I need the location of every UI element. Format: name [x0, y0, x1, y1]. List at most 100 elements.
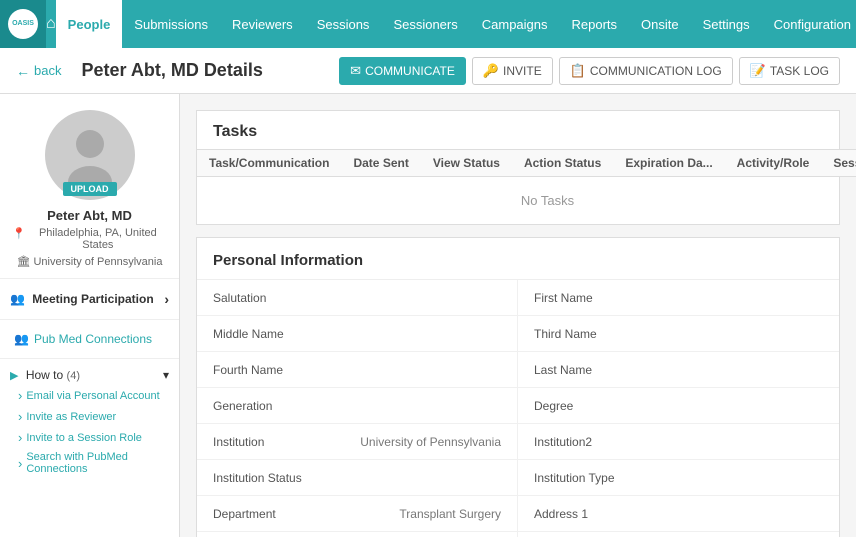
top-navigation: OASIS ⌂ People Submissions Reviewers Ses…: [0, 0, 856, 48]
tasks-header-row: Task/Communication Date Sent View Status…: [197, 150, 856, 177]
nav-reviewers[interactable]: Reviewers: [220, 0, 305, 48]
label-institution-status: Institution Status: [213, 471, 323, 485]
comm-log-icon: 📋: [570, 63, 586, 79]
field-institution-status: Institution Status: [197, 460, 518, 496]
content-area: Tasks Task/Communication Date Sent View …: [180, 94, 856, 537]
col-date-sent: Date Sent: [341, 150, 420, 177]
label-institution: Institution: [213, 435, 323, 449]
avatar-container: UPLOAD: [45, 110, 135, 200]
label-department: Department: [213, 507, 323, 521]
people-icon: [10, 292, 25, 306]
label-address1: Address 1: [534, 507, 644, 521]
label-generation: Generation: [213, 399, 323, 413]
nav-people[interactable]: People: [56, 0, 123, 48]
meeting-participation-toggle[interactable]: Meeting Participation: [10, 287, 169, 311]
sidebar: UPLOAD Peter Abt, MD Philadelphia, PA, U…: [0, 94, 180, 537]
value-institution: University of Pennsylvania: [323, 435, 501, 449]
label-salutation: Salutation: [213, 291, 323, 305]
video-icon: [10, 368, 18, 382]
col-activity-role: Activity/Role: [725, 150, 822, 177]
how-to-item-4[interactable]: Search with PubMed Connections: [10, 448, 169, 478]
email-icon: ✉: [350, 63, 361, 79]
field-first-name: First Name: [518, 280, 839, 316]
label-third-name: Third Name: [534, 327, 644, 341]
label-institution2: Institution2: [534, 435, 644, 449]
pub-med-link[interactable]: Pub Med Connections: [10, 328, 169, 350]
field-institution: Institution University of Pennsylvania: [197, 424, 518, 460]
logo: OASIS: [8, 9, 38, 39]
how-to-item-2[interactable]: Invite as Reviewer: [10, 406, 169, 427]
personal-info-grid: Salutation First Name Middle Name Third …: [197, 280, 839, 537]
profile-name: Peter Abt, MD: [47, 208, 132, 223]
how-to-item-1[interactable]: Email via Personal Account: [10, 385, 169, 406]
personal-info-title: Personal Information: [197, 238, 839, 280]
label-last-name: Last Name: [534, 363, 644, 377]
bullet-icon-1: [18, 388, 22, 403]
no-tasks-label: No Tasks: [197, 177, 856, 225]
value-department: Transplant Surgery: [323, 507, 501, 521]
tasks-title: Tasks: [197, 111, 839, 149]
field-department: Department Transplant Surgery: [197, 496, 518, 532]
bullet-icon-3: [18, 430, 22, 445]
person-silhouette-icon: [55, 120, 125, 190]
field-address2: Address 2: [197, 532, 518, 537]
communicate-button[interactable]: ✉ COMMUNICATE: [339, 57, 466, 85]
field-institution-type: Institution Type: [518, 460, 839, 496]
task-log-button[interactable]: 📝 TASK LOG: [739, 57, 840, 85]
field-fourth-name: Fourth Name: [197, 352, 518, 388]
bullet-icon-2: [18, 409, 22, 424]
field-middle-name: Middle Name: [197, 316, 518, 352]
tasks-section: Tasks Task/Communication Date Sent View …: [196, 110, 840, 225]
institution-icon: [17, 255, 31, 268]
label-fourth-name: Fourth Name: [213, 363, 323, 377]
nav-configuration[interactable]: Configuration: [762, 0, 856, 48]
logo-area: OASIS: [0, 0, 46, 48]
sub-header: ← back Peter Abt, MD Details ✉ COMMUNICA…: [0, 48, 856, 94]
back-arrow-icon: ←: [16, 63, 30, 79]
profile-location: Philadelphia, PA, United States: [12, 227, 167, 251]
col-sessions: Sessions: [821, 150, 856, 177]
no-tasks-row: No Tasks: [197, 177, 856, 225]
home-button[interactable]: ⌂: [46, 0, 56, 48]
meeting-participation-chevron-icon: [164, 291, 169, 307]
tasks-table: Task/Communication Date Sent View Status…: [197, 149, 856, 224]
pub-med-icon: [14, 332, 29, 346]
how-to-item-3[interactable]: Invite to a Session Role: [10, 427, 169, 448]
field-generation: Generation: [197, 388, 518, 424]
nav-campaigns[interactable]: Campaigns: [470, 0, 560, 48]
task-log-icon: 📝: [750, 63, 766, 79]
field-salutation: Salutation: [197, 280, 518, 316]
page-title: Peter Abt, MD Details: [81, 60, 339, 81]
personal-info-section: Personal Information Salutation First Na…: [196, 237, 840, 537]
col-action-status: Action Status: [512, 150, 613, 177]
communication-log-button[interactable]: 📋 COMMUNICATION LOG: [559, 57, 733, 85]
meeting-participation-section: Meeting Participation: [0, 279, 179, 320]
how-to-toggle[interactable]: How to (4): [10, 365, 169, 385]
col-task-communication: Task/Communication: [197, 150, 341, 177]
nav-settings[interactable]: Settings: [691, 0, 762, 48]
how-to-label-group: How to (4): [10, 368, 80, 382]
pub-med-section: Pub Med Connections: [0, 320, 179, 359]
main-layout: UPLOAD Peter Abt, MD Philadelphia, PA, U…: [0, 94, 856, 537]
nav-onsite[interactable]: Onsite: [629, 0, 691, 48]
nav-reports[interactable]: Reports: [560, 0, 630, 48]
field-third-name: Third Name: [518, 316, 839, 352]
field-address3: Address 3: [518, 532, 839, 537]
field-last-name: Last Name: [518, 352, 839, 388]
profile-section: UPLOAD Peter Abt, MD Philadelphia, PA, U…: [0, 94, 179, 279]
action-buttons: ✉ COMMUNICATE 🔑 INVITE 📋 COMMUNICATION L…: [339, 57, 840, 85]
field-degree: Degree: [518, 388, 839, 424]
nav-sessions[interactable]: Sessions: [305, 0, 382, 48]
label-institution-type: Institution Type: [534, 471, 644, 485]
nav-submissions[interactable]: Submissions: [122, 0, 220, 48]
how-to-chevron-icon: [163, 368, 169, 382]
col-expiration-date: Expiration Da...: [613, 150, 724, 177]
back-button[interactable]: ← back: [16, 63, 61, 79]
field-institution2: Institution2: [518, 424, 839, 460]
location-icon: [12, 227, 26, 240]
nav-sessioners[interactable]: Sessioners: [381, 0, 469, 48]
invite-button[interactable]: 🔑 INVITE: [472, 57, 553, 85]
label-degree: Degree: [534, 399, 644, 413]
bullet-icon-4: [18, 456, 22, 471]
upload-badge[interactable]: UPLOAD: [63, 182, 117, 196]
